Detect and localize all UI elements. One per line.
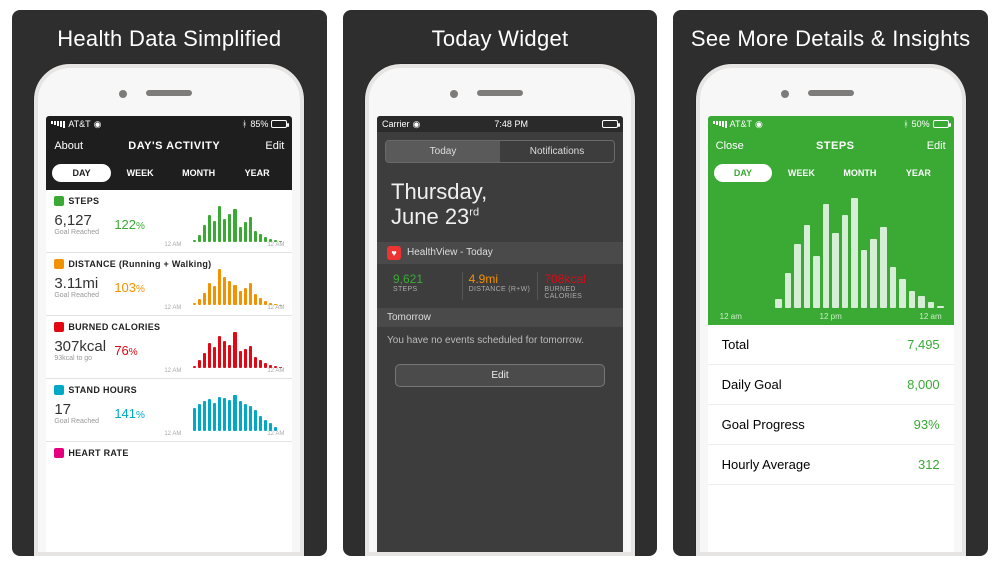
screen-widget: Carrier ◉ 7:48 PM Today Notifications Th… bbox=[377, 116, 623, 552]
steps-chart bbox=[160, 206, 284, 242]
battery-icon bbox=[602, 120, 618, 128]
status-bar: AT&T ◉ ᚼ 85% bbox=[46, 116, 292, 132]
widget-date: Thursday, June 23rd bbox=[377, 171, 623, 242]
metric-heartrate[interactable]: HEART RATE bbox=[46, 442, 292, 462]
widget-header[interactable]: ♥ HealthView - Today bbox=[377, 242, 623, 264]
time-label: 7:48 PM bbox=[494, 119, 528, 129]
status-bar: Carrier ◉ 7:48 PM bbox=[377, 116, 623, 132]
calories-icon bbox=[54, 322, 64, 332]
signal-icon bbox=[51, 121, 65, 128]
carrier-label: AT&T bbox=[68, 119, 90, 129]
bluetooth-icon: ᚼ bbox=[242, 119, 247, 129]
stat-progress[interactable]: Goal Progress93% bbox=[708, 405, 954, 445]
stat-hourly[interactable]: Hourly Average312 bbox=[708, 445, 954, 485]
metric-steps[interactable]: STEPS 6,127 Goal Reached 122% 12 AM12 AM bbox=[46, 190, 292, 253]
calories-value: 307kcal bbox=[54, 338, 114, 355]
steps-value: 6,127 bbox=[54, 212, 114, 229]
range-week[interactable]: WEEK bbox=[772, 164, 831, 182]
distance-pct: 103% bbox=[114, 280, 160, 295]
panel-today-widget: Today Widget Carrier ◉ 7:48 PM Today Not… bbox=[343, 10, 658, 556]
phone-frame: Carrier ◉ 7:48 PM Today Notifications Th… bbox=[365, 64, 635, 556]
widget-stat-calories: 708kcal BURNED CALORIES bbox=[538, 272, 613, 300]
battery-pct: 85% bbox=[250, 119, 268, 129]
signal-icon bbox=[713, 121, 727, 128]
stand-pct: 141% bbox=[114, 406, 160, 421]
metric-stand[interactable]: STAND HOURS 17 Goal Reached 141% 12 AM12… bbox=[46, 379, 292, 442]
panel-details: See More Details & Insights AT&T ◉ ᚼ 50%… bbox=[673, 10, 988, 556]
page-title: DAY'S ACTIVITY bbox=[128, 140, 220, 152]
stat-goal[interactable]: Daily Goal8,000 bbox=[708, 365, 954, 405]
stand-value: 17 bbox=[54, 401, 114, 418]
page-title: STEPS bbox=[816, 140, 855, 152]
screen-activity: AT&T ◉ ᚼ 85% About DAY'S ACTIVITY Edit D… bbox=[46, 116, 292, 552]
range-month[interactable]: MONTH bbox=[831, 164, 890, 182]
nav-bar: About DAY'S ACTIVITY Edit bbox=[46, 132, 292, 160]
heartrate-icon bbox=[54, 448, 64, 458]
close-button[interactable]: Close bbox=[716, 140, 744, 152]
steps-sub: Goal Reached bbox=[54, 229, 114, 236]
calories-pct: 76% bbox=[114, 343, 160, 358]
panel-title: Health Data Simplified bbox=[57, 10, 281, 64]
battery-icon bbox=[271, 120, 287, 128]
carrier-label: AT&T bbox=[730, 119, 752, 129]
screen-steps-detail: AT&T ◉ ᚼ 50% Close STEPS Edit DAY WEEK M… bbox=[708, 116, 954, 552]
distance-icon bbox=[54, 259, 64, 269]
phone-frame: AT&T ◉ ᚼ 85% About DAY'S ACTIVITY Edit D… bbox=[34, 64, 304, 556]
battery-icon bbox=[933, 120, 949, 128]
wifi-icon: ◉ bbox=[94, 119, 102, 130]
range-month[interactable]: MONTH bbox=[169, 164, 228, 182]
tab-notifications[interactable]: Notifications bbox=[500, 141, 614, 162]
panel-health-data: Health Data Simplified AT&T ◉ ᚼ 85% Abou… bbox=[12, 10, 327, 556]
tomorrow-header: Tomorrow bbox=[377, 308, 623, 327]
panel-title: See More Details & Insights bbox=[691, 10, 971, 64]
range-selector: DAY WEEK MONTH YEAR bbox=[46, 160, 292, 190]
bluetooth-icon: ᚼ bbox=[903, 119, 908, 129]
steps-icon bbox=[54, 196, 64, 206]
battery-pct: 50% bbox=[912, 119, 930, 129]
nav-bar: Close STEPS Edit bbox=[708, 132, 954, 160]
calories-chart bbox=[160, 332, 284, 368]
distance-chart bbox=[160, 269, 284, 305]
about-button[interactable]: About bbox=[54, 140, 83, 152]
range-selector: DAY WEEK MONTH YEAR bbox=[708, 160, 954, 190]
wifi-icon: ◉ bbox=[413, 119, 421, 130]
distance-value: 3.11mi bbox=[54, 275, 114, 292]
edit-button[interactable]: Edit bbox=[265, 140, 284, 152]
phone-frame: AT&T ◉ ᚼ 50% Close STEPS Edit DAY WEEK M… bbox=[696, 64, 966, 556]
stand-chart bbox=[160, 395, 284, 431]
stat-total[interactable]: Total7,495 bbox=[708, 325, 954, 365]
widget-stat-distance: 4.9mi DISTANCE (R+W) bbox=[463, 272, 539, 300]
steps-detail-chart: 12 am 12 pm 12 am bbox=[708, 190, 954, 325]
status-bar: AT&T ◉ ᚼ 50% bbox=[708, 116, 954, 132]
metric-distance[interactable]: DISTANCE (Running + Walking) 3.11mi Goal… bbox=[46, 253, 292, 316]
range-year[interactable]: YEAR bbox=[889, 164, 948, 182]
widget-edit-button[interactable]: Edit bbox=[395, 364, 605, 387]
heart-icon: ♥ bbox=[387, 246, 401, 260]
widget-tabs: Today Notifications bbox=[385, 140, 615, 163]
edit-button[interactable]: Edit bbox=[927, 140, 946, 152]
metric-calories[interactable]: BURNED CALORIES 307kcal 93kcal to go 76%… bbox=[46, 316, 292, 379]
panel-title: Today Widget bbox=[432, 10, 569, 64]
widget-stats: 9,621 STEPS 4.9mi DISTANCE (R+W) 708kcal… bbox=[377, 264, 623, 308]
steps-pct: 122% bbox=[114, 217, 160, 232]
range-year[interactable]: YEAR bbox=[228, 164, 287, 182]
tomorrow-message: You have no events scheduled for tomorro… bbox=[377, 327, 623, 360]
carrier-label: Carrier bbox=[382, 119, 410, 129]
widget-stat-steps: 9,621 STEPS bbox=[387, 272, 463, 300]
stand-icon bbox=[54, 385, 64, 395]
range-day[interactable]: DAY bbox=[52, 164, 111, 182]
wifi-icon: ◉ bbox=[755, 119, 763, 130]
range-week[interactable]: WEEK bbox=[111, 164, 170, 182]
range-day[interactable]: DAY bbox=[714, 164, 773, 182]
tab-today[interactable]: Today bbox=[386, 141, 500, 162]
